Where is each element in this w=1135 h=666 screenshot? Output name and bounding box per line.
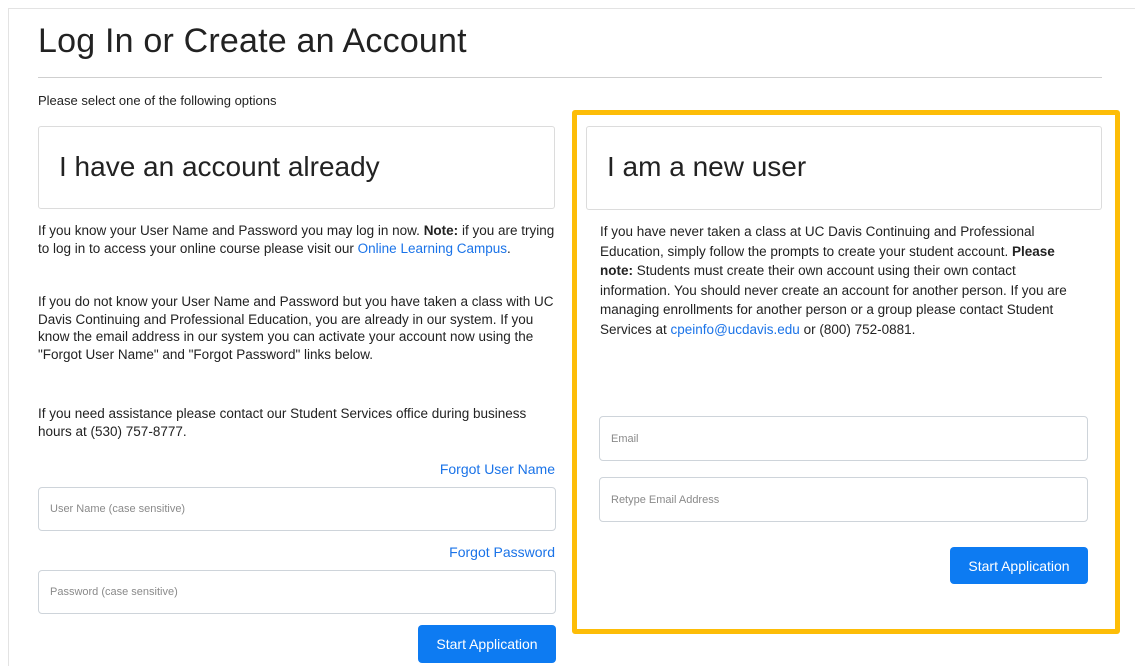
new-user-card: I am a new user	[586, 126, 1102, 210]
existing-account-assistance: If you need assistance please contact ou…	[38, 406, 527, 439]
new-user-intro-text: If you have never taken a class at UC Da…	[600, 224, 1035, 259]
forgot-user-name-link[interactable]: Forgot User Name	[440, 461, 555, 477]
existing-account-info: If you do not know your User Name and Pa…	[38, 294, 554, 362]
new-user-info: If you have never taken a class at UC Da…	[600, 222, 1088, 339]
online-learning-campus-link[interactable]: Online Learning Campus	[358, 241, 507, 256]
existing-account-heading: I have an account already	[59, 151, 380, 182]
password-input[interactable]	[38, 570, 556, 614]
new-user-heading: I am a new user	[607, 151, 807, 182]
new-user-phone-text: or (800) 752-0881.	[799, 321, 916, 337]
forgot-password-link[interactable]: Forgot Password	[449, 544, 555, 560]
intro-text: Please select one of the following optio…	[38, 93, 277, 108]
existing-account-intro: If you know your User Name and Password …	[38, 222, 558, 257]
cpeinfo-email-link[interactable]: cpeinfo@ucdavis.edu	[671, 322, 800, 337]
login-start-application-button[interactable]: Start Application	[418, 625, 556, 663]
email-input[interactable]	[599, 416, 1088, 461]
retype-email-input[interactable]	[599, 477, 1088, 522]
existing-intro-end: .	[507, 240, 511, 256]
new-user-start-application-button[interactable]: Start Application	[950, 547, 1088, 584]
frame-border-left	[8, 8, 9, 666]
note-label: Note:	[423, 223, 459, 238]
title-divider	[38, 77, 1102, 78]
frame-border-top	[8, 8, 1135, 9]
username-input[interactable]	[38, 487, 556, 531]
existing-intro-text: If you know your User Name and Password …	[38, 223, 424, 238]
page-title: Log In or Create an Account	[38, 22, 467, 60]
existing-account-card: I have an account already	[38, 126, 555, 209]
